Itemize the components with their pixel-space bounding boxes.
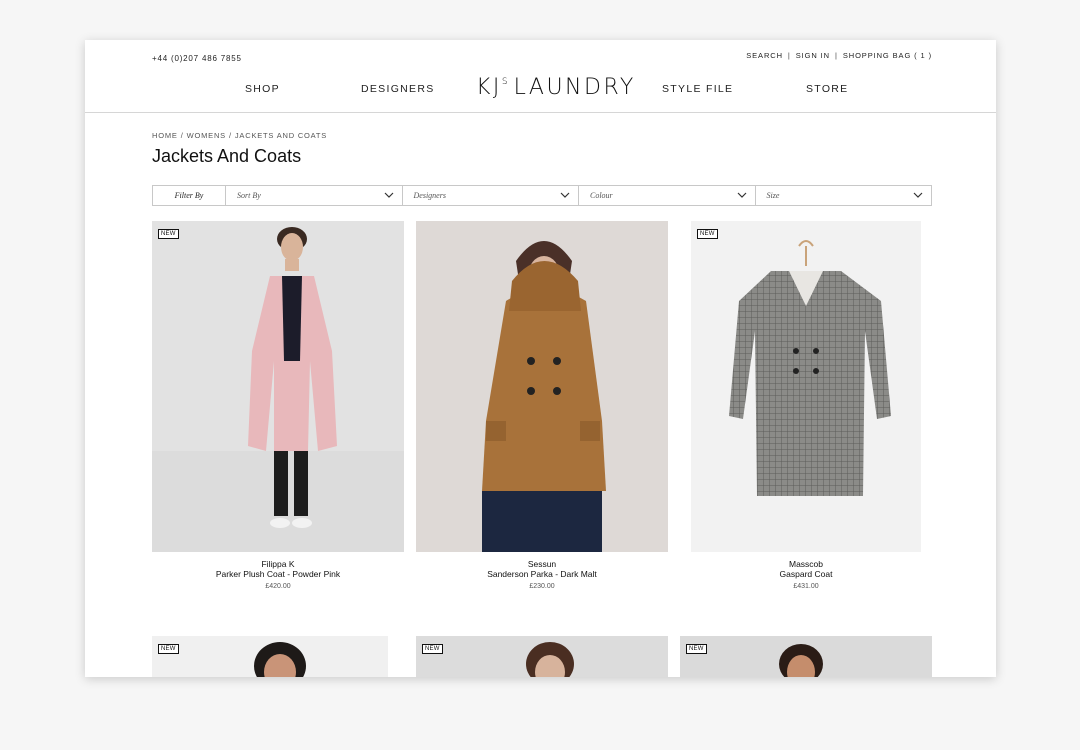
nav-store[interactable]: STORE [806,83,848,95]
product-card[interactable]: Sessun Sanderson Parka - Dark Malt £230.… [416,221,668,601]
filter-by-label: Filter By [153,186,226,205]
breadcrumb-home[interactable]: HOME [152,131,178,140]
product-name[interactable]: Sanderson Parka - Dark Malt [416,569,668,579]
util-separator: | [787,51,791,60]
designers-select[interactable]: Designers [403,186,579,205]
utility-links: SEARCH | SIGN IN | SHOPPING BAG ( 1 ) [746,51,932,60]
logo-superscript: S [501,77,508,87]
breadcrumb-womens[interactable]: WOMENS [187,131,226,140]
product-info: Masscob Gaspard Coat £431.00 [691,559,921,592]
product-card[interactable]: NEW Masscob Gaspard Coat £431.00 [691,221,921,601]
breadcrumb-separator: / [180,131,184,140]
page-frame: +44 (0)207 486 7855 SEARCH | SIGN IN | S… [85,40,996,677]
product-name[interactable]: Gaspard Coat [691,569,921,579]
product-designer[interactable]: Sessun [416,559,668,569]
chevron-down-icon [737,192,746,198]
product-photo [254,642,306,677]
sign-in-link[interactable]: SIGN IN [796,51,830,60]
chevron-down-icon [913,192,923,198]
product-designer[interactable]: Filippa K [152,559,404,569]
site-logo[interactable]: KJS LAUNDRY [476,75,636,100]
chevron-down-icon [384,192,393,198]
breadcrumb-current[interactable]: JACKETS AND COATS [235,131,327,140]
breadcrumb: HOME / WOMENS / JACKETS AND COATS [152,131,327,140]
colour-label: Colour [590,191,613,200]
product-photo [152,227,404,552]
new-badge: NEW [422,644,443,654]
shopping-bag-link[interactable]: SHOPPING BAG ( 1 ) [843,51,932,60]
filter-bar: Filter By Sort By Designers Colour Size [152,185,932,206]
new-badge: NEW [686,644,707,654]
nav-designers[interactable]: DESIGNERS [361,83,435,95]
breadcrumb-separator: / [228,131,232,140]
product-image[interactable]: NEW [416,636,668,677]
nav-style-file[interactable]: STYLE FILE [662,83,733,95]
new-badge: NEW [158,229,179,239]
product-photo [729,240,891,496]
product-photo [779,644,823,677]
logo-text-main: KJ [476,75,502,100]
search-link[interactable]: SEARCH [746,51,783,60]
new-badge: NEW [158,644,179,654]
product-photo [482,241,606,552]
size-select[interactable]: Size [756,186,932,205]
product-image[interactable]: NEW [691,221,921,552]
util-separator: | [835,51,838,60]
logo-text-rest: LAUNDRY [513,75,636,100]
sort-by-label: Sort By [237,191,261,200]
product-card[interactable]: NEW [680,636,932,677]
product-info: Sessun Sanderson Parka - Dark Malt £230.… [416,559,668,592]
product-photo [526,642,574,677]
sort-by-select[interactable]: Sort By [226,186,403,205]
product-price: £230.00 [529,583,555,590]
product-card[interactable]: NEW Filippa K Parker Plush Coat - Powder… [152,221,404,601]
product-name[interactable]: Parker Plush Coat - Powder Pink [152,569,404,579]
site-header: +44 (0)207 486 7855 SEARCH | SIGN IN | S… [85,40,996,113]
nav-shop[interactable]: SHOP [245,83,280,95]
product-image[interactable]: NEW [152,636,388,677]
page-title: Jackets And Coats [152,146,302,166]
product-card[interactable]: NEW [152,636,388,677]
product-image[interactable]: NEW [680,636,932,677]
product-image[interactable] [416,221,668,552]
product-card[interactable]: NEW [416,636,668,677]
colour-select[interactable]: Colour [579,186,756,205]
chevron-down-icon [560,192,570,198]
product-image[interactable]: NEW [152,221,404,552]
product-info: Filippa K Parker Plush Coat - Powder Pin… [152,559,404,592]
phone-number: +44 (0)207 486 7855 [152,54,242,63]
new-badge: NEW [697,229,718,239]
product-designer[interactable]: Masscob [691,559,921,569]
size-label: Size [766,191,780,200]
product-price: £431.00 [793,583,819,590]
designers-label: Designers [413,191,446,200]
product-price: £420.00 [265,583,291,590]
